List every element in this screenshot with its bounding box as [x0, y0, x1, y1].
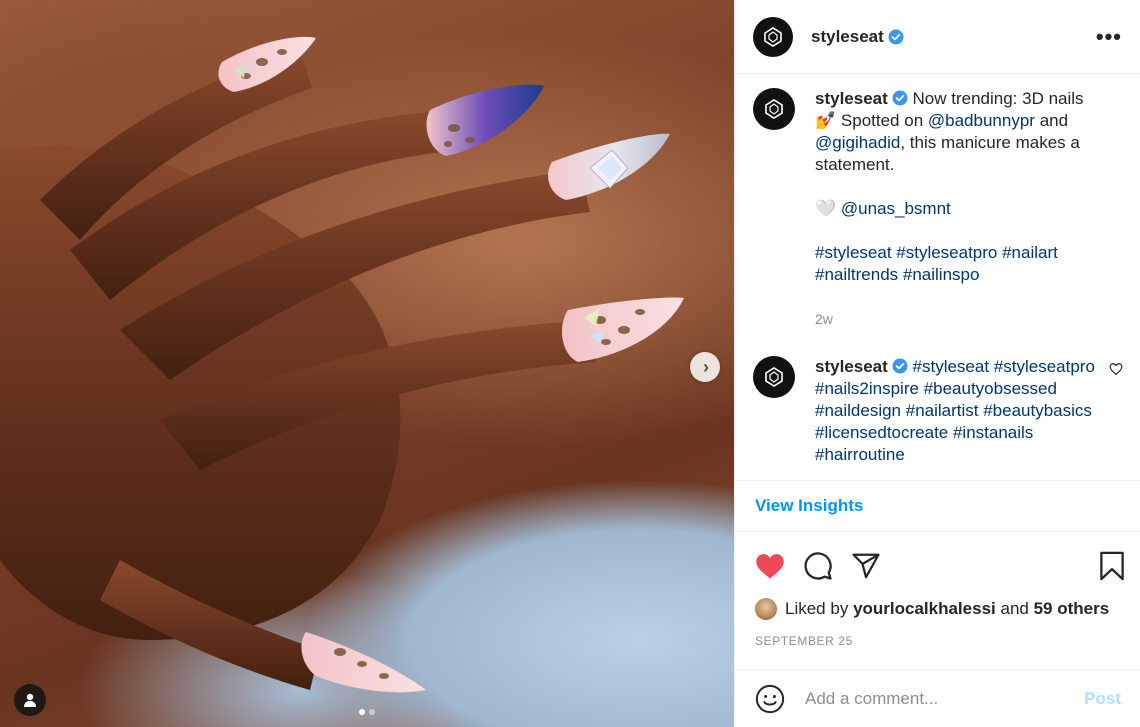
liker-avatar[interactable] — [755, 598, 777, 620]
comment-input[interactable]: Add a comment... — [805, 689, 1084, 709]
save-button[interactable] — [1099, 551, 1125, 581]
post-date[interactable]: SEPTEMBER 25 — [755, 634, 853, 648]
comment-bubble-icon — [804, 552, 832, 580]
mention-link[interactable]: @unas_bsmnt — [841, 199, 951, 218]
liker-username[interactable]: yourlocalkhalessi — [853, 599, 996, 619]
post-sidebar: styleseat ••• styleseat Now trending: 3D… — [734, 0, 1140, 727]
view-insights-link[interactable]: View Insights — [755, 496, 863, 516]
mention-link[interactable]: @badbunnypr — [928, 111, 1035, 130]
caption-text: Spotted on — [840, 111, 924, 130]
carousel-dot — [369, 709, 375, 715]
carousel-dot — [359, 709, 365, 715]
verified-badge-icon — [892, 90, 908, 106]
styleseat-logo-icon — [765, 99, 783, 119]
verified-badge-icon — [888, 29, 904, 44]
add-comment-bar: Add a comment... Post — [735, 669, 1140, 727]
insights-bar: View Insights — [735, 480, 1140, 532]
likes-prefix: Liked by — [785, 599, 849, 618]
caption-username[interactable]: styleseat — [815, 89, 888, 108]
more-options-button[interactable]: ••• — [1096, 25, 1122, 48]
caption: styleseat Now trending: 3D nails 💅 Spott… — [753, 88, 1123, 330]
post-header: styleseat ••• — [735, 0, 1140, 74]
mention-link[interactable]: @gigihadid — [815, 133, 900, 152]
paper-plane-icon — [852, 553, 880, 579]
avatar[interactable] — [753, 16, 793, 57]
post-photo[interactable]: › — [0, 0, 734, 727]
likes-mid: and — [1000, 599, 1029, 618]
emoji-button[interactable] — [755, 684, 785, 714]
post-username[interactable]: styleseat — [811, 27, 884, 47]
comments-list[interactable]: styleseat Now trending: 3D nails 💅 Spott… — [735, 74, 1140, 480]
avatar[interactable] — [753, 356, 795, 398]
likes-others-link[interactable]: 59 others — [1034, 599, 1110, 619]
heart-emoji: 🤍 — [815, 199, 837, 218]
comment-username[interactable]: styleseat — [815, 357, 888, 376]
heart-filled-icon — [756, 554, 784, 579]
caption-text: and — [1039, 111, 1069, 130]
hashtags[interactable]: #styleseat #styleseatpro #nailart #nailt… — [815, 243, 1058, 284]
comment-item: styleseat #styleseat #styleseatpro #nail… — [753, 356, 1123, 466]
like-comment-heart-icon[interactable] — [1109, 362, 1123, 376]
action-bar — [755, 546, 1125, 586]
smiley-icon — [755, 684, 785, 713]
avatar[interactable] — [753, 88, 795, 130]
post-age[interactable]: 2w — [815, 308, 1105, 330]
chevron-right-icon: › — [703, 357, 709, 377]
post-comment-button[interactable]: Post — [1084, 689, 1121, 709]
like-button[interactable] — [755, 552, 785, 580]
styleseat-logo-icon — [765, 367, 783, 387]
comment-button[interactable] — [803, 551, 833, 581]
bookmark-icon — [1100, 551, 1124, 581]
next-photo-button[interactable]: › — [690, 352, 720, 382]
user-icon — [24, 693, 36, 707]
hand-illustration — [0, 36, 684, 693]
likes-summary: Liked by yourlocalkhalessi and 59 others — [755, 598, 1109, 620]
verified-badge-icon — [892, 358, 908, 374]
carousel-indicator — [0, 709, 734, 715]
styleseat-logo-icon — [764, 26, 782, 47]
share-button[interactable] — [851, 551, 881, 581]
